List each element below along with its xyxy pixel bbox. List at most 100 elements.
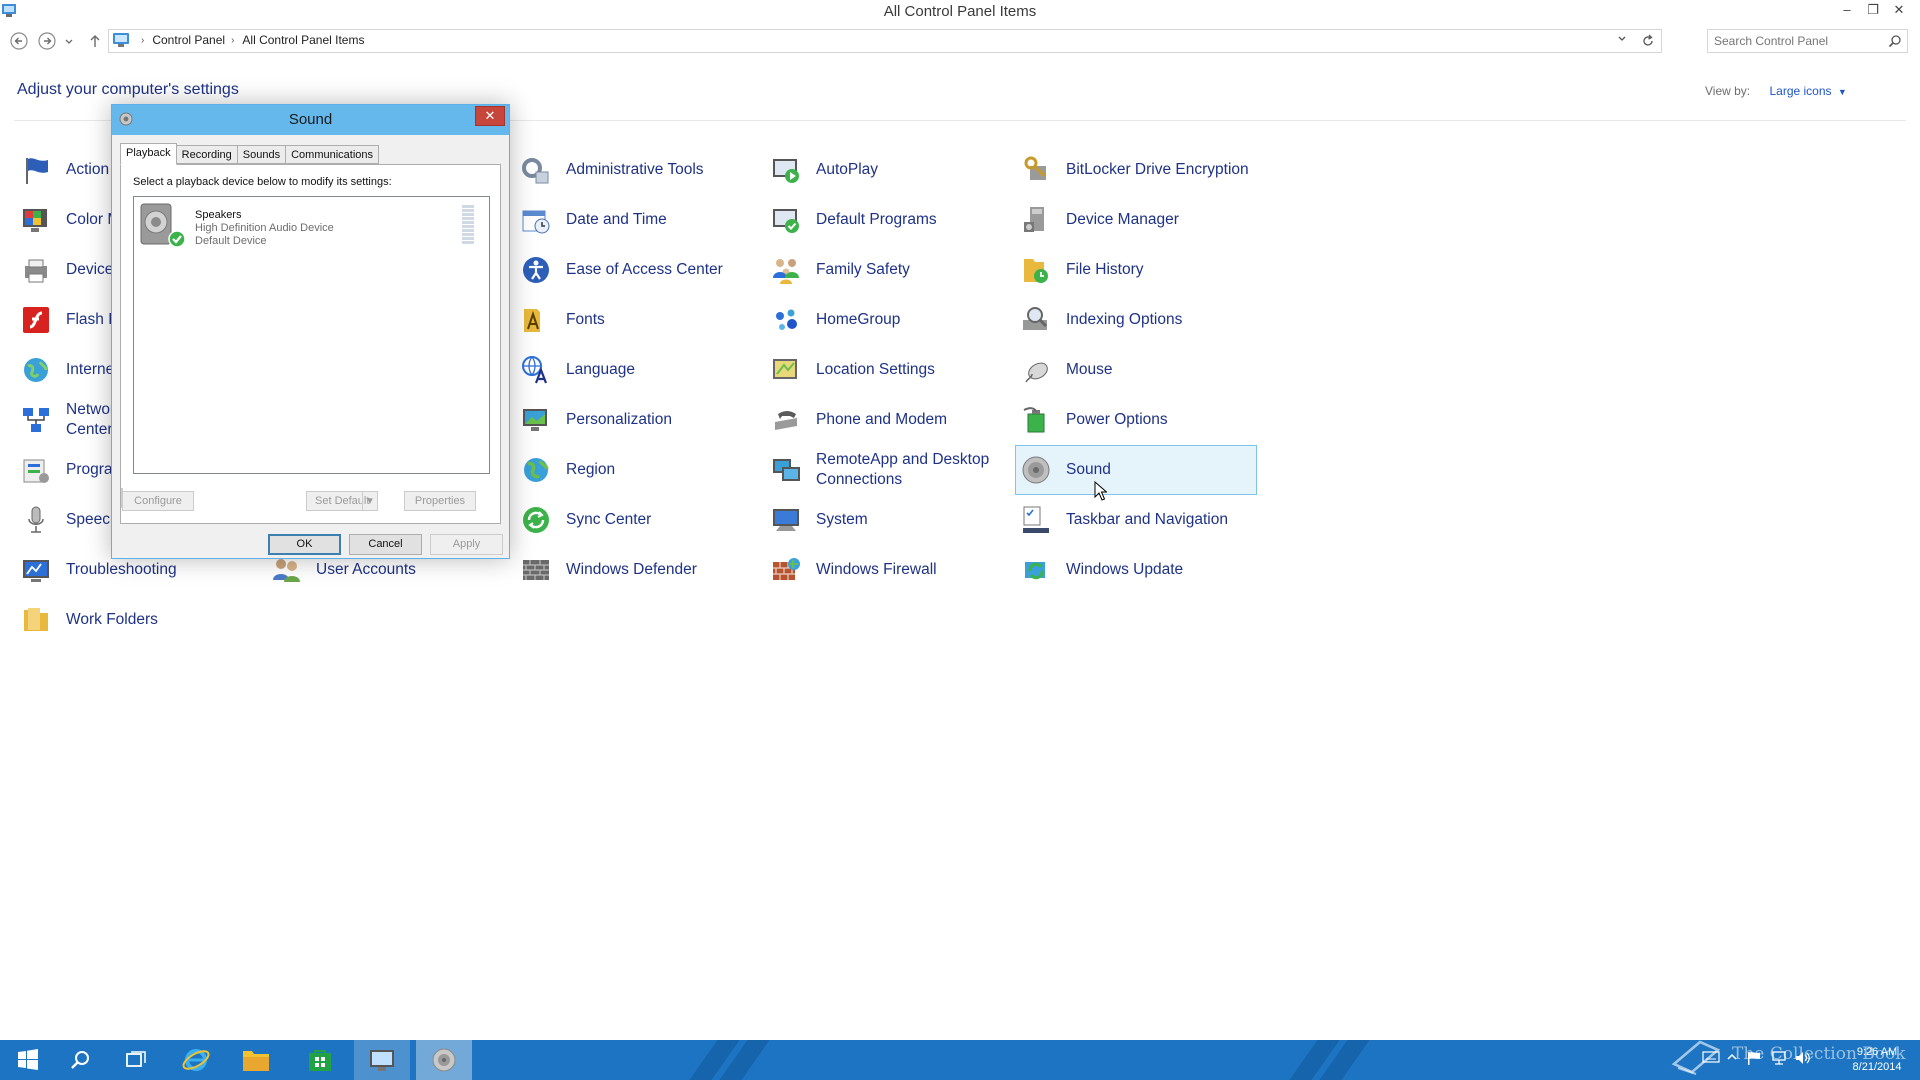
close-button[interactable]: ✕ (1886, 0, 1912, 20)
item-mouse[interactable]: Mouse (1016, 346, 1256, 394)
caret-down-icon[interactable]: ▼ (1838, 87, 1847, 97)
tab-playback[interactable]: Playback (120, 143, 177, 165)
speaker-icon (432, 1048, 456, 1072)
item-indexing-options[interactable]: Indexing Options (1016, 296, 1256, 344)
homegroup-icon (776, 309, 797, 330)
search-icon[interactable] (1888, 34, 1902, 48)
item-windows-update[interactable]: Windows Update (1016, 546, 1256, 594)
cancel-button[interactable]: Cancel (349, 534, 422, 555)
control-panel-taskbar-button[interactable] (354, 1040, 410, 1080)
item-remoteapp[interactable]: RemoteApp and Desktop Connections (766, 446, 1006, 494)
breadcrumb-control-panel[interactable]: Control Panel (152, 33, 225, 47)
maximize-button[interactable]: ❐ (1860, 0, 1886, 20)
item-phone-modem[interactable]: Phone and Modem (766, 396, 1006, 444)
item-family-safety[interactable]: Family Safety (766, 246, 1006, 294)
fonts-icon (524, 309, 540, 332)
view-by-dropdown[interactable]: Large icons (1769, 84, 1831, 98)
sync-icon (523, 507, 549, 533)
view-by: View by: Large icons ▼ (1705, 84, 1847, 98)
tab-sounds[interactable]: Sounds (236, 145, 287, 164)
minimize-button[interactable]: – (1834, 0, 1860, 20)
breadcrumb: › Control Panel › All Control Panel Item… (113, 33, 364, 47)
mouse-cursor-icon (1094, 481, 1107, 501)
item-default-programs[interactable]: Default Programs (766, 196, 1006, 244)
tab-recording[interactable]: Recording (175, 145, 238, 164)
task-view-button[interactable] (108, 1040, 164, 1080)
file-explorer-button[interactable] (228, 1040, 284, 1080)
breadcrumb-separator-icon[interactable]: › (141, 35, 144, 46)
set-default-button[interactable]: Set Default ▾ (306, 491, 378, 511)
breadcrumb-separator-icon[interactable]: › (231, 35, 234, 46)
speaker-icon (1022, 456, 1050, 484)
apply-button[interactable]: Apply (430, 534, 503, 555)
properties-button[interactable]: Properties (404, 491, 476, 511)
flash-player-icon (23, 307, 49, 333)
internet-explorer-icon (182, 1049, 210, 1071)
tab-communications[interactable]: Communications (285, 145, 380, 164)
item-administrative-tools[interactable]: Administrative Tools (516, 146, 756, 194)
search-box[interactable] (1707, 29, 1908, 53)
programs-icon (23, 459, 49, 483)
refresh-icon[interactable] (1641, 33, 1655, 49)
recent-locations-button[interactable] (62, 30, 76, 52)
navigation-bar: › Control Panel › All Control Panel Item… (0, 27, 1920, 55)
item-sound[interactable]: Sound (1015, 445, 1257, 495)
watermark-text: The Collection Book (1732, 1044, 1906, 1064)
address-bar[interactable]: › Control Panel › All Control Panel Item… (108, 29, 1662, 53)
task-view-icon (126, 1051, 146, 1067)
taskbar-search-button[interactable] (52, 1040, 108, 1080)
item-region[interactable]: Region (516, 446, 756, 494)
device-driver: High Definition Audio Device (195, 222, 334, 234)
search-icon (71, 1051, 89, 1069)
device-manager-icon (1024, 207, 1044, 232)
address-dropdown-icon[interactable] (1617, 34, 1627, 44)
forward-button[interactable] (36, 30, 58, 52)
configure-button[interactable]: Configure (122, 491, 194, 511)
dialog-close-button[interactable]: ✕ (475, 106, 505, 126)
dialog-title: Sound (288, 111, 333, 128)
device-speakers[interactable]: Speakers High Definition Audio Device De… (137, 200, 334, 248)
item-work-folders[interactable]: Work Folders (16, 596, 256, 644)
ok-button[interactable]: OK (268, 534, 341, 555)
item-location-settings[interactable]: Location Settings (766, 346, 1006, 394)
file-history-icon (1024, 259, 1048, 283)
bitlocker-key-icon (1024, 156, 1046, 180)
item-windows-firewall[interactable]: Windows Firewall (766, 546, 1006, 594)
item-language[interactable]: Language (516, 346, 756, 394)
item-bitlocker[interactable]: BitLocker Drive Encryption (1016, 146, 1256, 194)
up-button[interactable] (84, 30, 106, 52)
playback-instruction: Select a playback device below to modify… (133, 176, 392, 188)
start-button[interactable] (0, 1040, 56, 1080)
item-taskbar-navigation[interactable]: Taskbar and Navigation (1016, 496, 1256, 544)
item-windows-defender[interactable]: Windows Defender (516, 546, 756, 594)
folder-icon (24, 608, 48, 631)
set-default-dropdown-icon[interactable]: ▾ (362, 492, 377, 510)
troubleshooting-icon (23, 560, 49, 582)
item-ease-of-access[interactable]: Ease of Access Center (516, 246, 756, 294)
sound-taskbar-button[interactable] (416, 1040, 472, 1080)
store-button[interactable] (292, 1040, 348, 1080)
item-autoplay[interactable]: AutoPlay (766, 146, 1006, 194)
item-system[interactable]: System (766, 496, 1006, 544)
item-power-options[interactable]: Power Options (1016, 396, 1256, 444)
windows-update-icon (1025, 562, 1045, 580)
item-sync-center[interactable]: Sync Center (516, 496, 756, 544)
item-file-history[interactable]: File History (1016, 246, 1256, 294)
item-device-manager[interactable]: Device Manager (1016, 196, 1256, 244)
breadcrumb-all-items[interactable]: All Control Panel Items (242, 33, 364, 47)
dialog-titlebar[interactable]: Sound ✕ (112, 105, 509, 135)
playback-device-list[interactable]: Speakers High Definition Audio Device De… (133, 196, 490, 474)
item-homegroup[interactable]: HomeGroup (766, 296, 1006, 344)
store-icon (309, 1050, 331, 1071)
default-programs-icon (773, 209, 799, 233)
sound-dialog: Sound ✕ Playback Recording Sounds Commun… (111, 104, 510, 559)
back-button[interactable] (8, 30, 30, 52)
item-fonts[interactable]: Fonts (516, 296, 756, 344)
internet-explorer-button[interactable] (168, 1040, 224, 1080)
item-date-time[interactable]: Date and Time (516, 196, 756, 244)
playback-tab-page: Select a playback device below to modify… (120, 164, 501, 524)
item-personalization[interactable]: Personalization (516, 396, 756, 444)
personalization-icon (523, 409, 547, 431)
search-input[interactable] (1714, 34, 1884, 48)
printer-icon (25, 259, 47, 283)
